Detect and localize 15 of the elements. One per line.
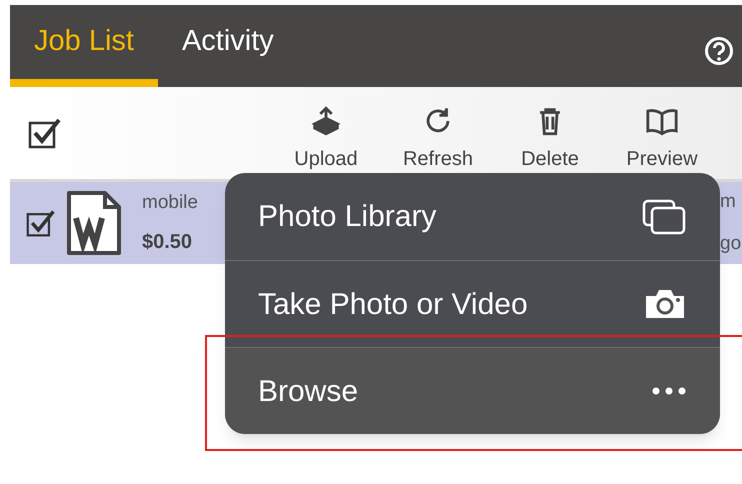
help-icon[interactable] — [704, 36, 734, 66]
job-detail: m — [720, 190, 737, 214]
tray-upload-icon — [309, 104, 343, 138]
tab[interactable]: Activity — [158, 5, 298, 87]
job-price: $0.50 — [142, 230, 194, 256]
menu-item[interactable]: Photo Library — [225, 173, 720, 260]
job-name: mobile — [142, 190, 198, 215]
checked-checkbox-icon[interactable] — [28, 116, 62, 150]
more-icon — [652, 387, 686, 395]
word-document-icon — [66, 190, 122, 256]
stacked-squares-icon — [642, 198, 686, 234]
camera-icon — [644, 288, 686, 320]
job-detail: go — [720, 232, 742, 256]
menu-item[interactable]: Browse — [225, 347, 720, 434]
checked-checkbox-icon[interactable] — [26, 208, 56, 238]
